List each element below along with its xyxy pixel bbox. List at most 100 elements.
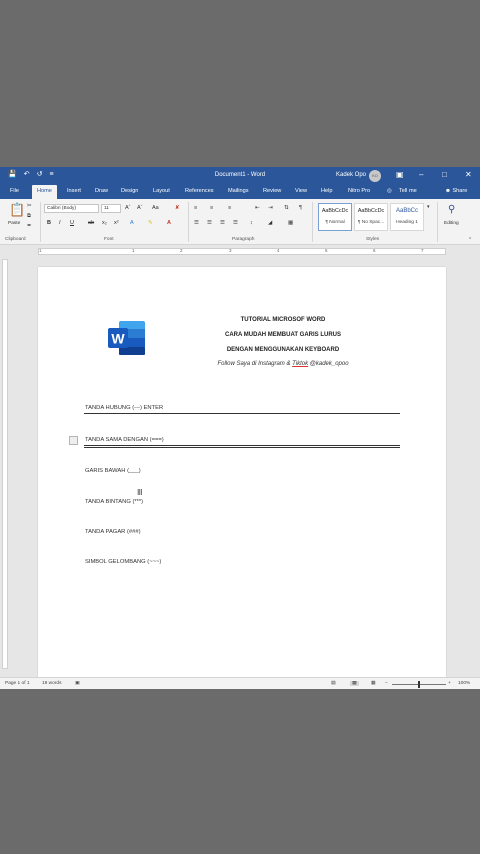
ribbon-tabs: File Home Insert Draw Design Layout Refe… xyxy=(0,184,480,199)
doc-heading-3: DENGAN MENGGUNAKAN KEYBOARD xyxy=(226,347,340,353)
tab-nitro-pro[interactable]: Nitro Pro xyxy=(348,188,370,194)
clear-formatting-icon[interactable]: ✘ xyxy=(175,205,180,212)
vertical-ruler[interactable] xyxy=(2,259,8,669)
style-no-spacing[interactable]: AaBbCcDc ¶ No Spac... xyxy=(354,203,388,231)
follow-line: Follow Saya di Instagram & Tiktok @kadek… xyxy=(217,361,349,367)
sort-icon[interactable]: ⇅ xyxy=(284,205,289,212)
word-count[interactable]: 19 words xyxy=(42,681,61,686)
read-mode-icon[interactable]: ▤ xyxy=(331,681,336,686)
tab-design[interactable]: Design xyxy=(121,188,138,194)
proofing-icon[interactable]: ▣ xyxy=(75,681,80,686)
zoom-in-icon[interactable]: + xyxy=(448,681,451,686)
align-right-icon[interactable]: ☰ xyxy=(220,220,225,227)
svg-text:W: W xyxy=(111,331,125,347)
list-item: TANDA HUBUNG (---) ENTER xyxy=(85,405,164,411)
tab-draw[interactable]: Draw xyxy=(95,188,108,194)
ruler-tick: 7 xyxy=(421,248,424,253)
ribbon-home: 📋 Paste ✂ ⧉ ✒ Clipboard Calibri (Body) 1… xyxy=(0,199,480,245)
ruler-tick: 2 xyxy=(180,248,183,253)
ruler-tick: 1 xyxy=(39,248,42,253)
lightbulb-icon: ◎ xyxy=(387,188,392,194)
align-left-icon[interactable]: ☰ xyxy=(194,220,199,227)
numbering-icon[interactable]: ≡ xyxy=(210,205,213,212)
ruler-tick: 1 xyxy=(132,248,135,253)
tab-home[interactable]: Home xyxy=(32,185,57,199)
find-icon[interactable]: ⚲ xyxy=(448,204,455,215)
user-name[interactable]: Kadek Opo xyxy=(336,172,366,178)
decrease-indent-icon[interactable]: ⇤ xyxy=(255,205,260,212)
ruler-tick: 4 xyxy=(277,248,280,253)
align-center-icon[interactable]: ☰ xyxy=(207,220,212,227)
grow-font-icon[interactable]: Aˆ xyxy=(125,205,131,212)
zoom-slider-thumb[interactable] xyxy=(418,681,420,688)
maximize-icon[interactable]: □ xyxy=(442,170,447,180)
page-count[interactable]: Page 1 of 1 xyxy=(5,681,30,686)
copy-icon[interactable]: ⧉ xyxy=(27,213,31,220)
divider xyxy=(312,202,313,242)
autocorrect-options-icon[interactable] xyxy=(69,436,78,445)
word-window: 💾 ↶ ↺ ≡ Document1 - Word Kadek Opo KO ▣ … xyxy=(0,167,480,689)
tab-insert[interactable]: Insert xyxy=(67,188,81,194)
multilevel-list-icon[interactable]: ≡ xyxy=(228,205,231,212)
tab-references[interactable]: References xyxy=(185,188,214,194)
paste-button[interactable]: Paste xyxy=(8,220,20,227)
ribbon-display-icon[interactable]: ▣ xyxy=(396,170,404,180)
strikethrough-icon[interactable]: ab xyxy=(88,220,94,227)
paste-icon[interactable]: 📋 xyxy=(9,203,25,217)
editing-button[interactable]: Editing xyxy=(444,220,459,227)
shading-icon[interactable]: ◢ xyxy=(268,220,272,227)
zoom-level[interactable]: 100% xyxy=(458,681,470,686)
tab-help[interactable]: Help xyxy=(321,188,333,194)
zoom-out-icon[interactable]: – xyxy=(385,681,388,686)
group-paragraph: Paragraph xyxy=(232,237,255,242)
close-icon[interactable]: ✕ xyxy=(465,170,472,180)
single-line-border xyxy=(84,413,400,414)
list-item: TANDA BINTANG (***) xyxy=(85,499,144,505)
shrink-font-icon[interactable]: Aˇ xyxy=(137,205,143,212)
tab-mailings[interactable]: Mailings xyxy=(228,188,249,194)
print-layout-icon[interactable]: ▩ xyxy=(350,681,359,686)
avatar[interactable]: KO xyxy=(369,170,381,182)
styles-more-icon[interactable]: ▾ xyxy=(427,204,430,211)
justify-icon[interactable]: ☰ xyxy=(233,220,238,227)
text-effects-icon[interactable]: A xyxy=(130,220,134,227)
bold-icon[interactable]: B xyxy=(47,220,51,227)
bullets-icon[interactable]: ≡ xyxy=(194,205,197,212)
superscript-icon[interactable]: x² xyxy=(114,220,119,227)
collapse-ribbon-icon[interactable]: ⌃ xyxy=(468,237,472,244)
highlight-icon[interactable]: ✎ xyxy=(148,220,153,227)
show-marks-icon[interactable]: ¶ xyxy=(299,205,302,212)
font-color-icon[interactable]: A xyxy=(167,220,171,227)
divider xyxy=(437,202,438,242)
underline-icon[interactable]: U xyxy=(70,220,74,227)
group-clipboard: Clipboard xyxy=(5,237,26,242)
web-layout-icon[interactable]: ▦ xyxy=(371,681,376,686)
style-normal[interactable]: AaBbCcDc ¶ Normal xyxy=(318,203,352,231)
subscript-icon[interactable]: x₂ xyxy=(102,220,107,227)
tab-layout[interactable]: Layout xyxy=(153,188,170,194)
divider xyxy=(188,202,189,242)
font-size-select[interactable]: 11 xyxy=(101,204,121,213)
font-name-select[interactable]: Calibri (Body) xyxy=(44,204,99,213)
ruler-tick: 6 xyxy=(373,248,376,253)
tab-view[interactable]: View xyxy=(295,188,307,194)
document-page[interactable]: W TUTORIAL MICROSOF WORD CARA MUDAH MEMB… xyxy=(38,267,446,677)
tab-file[interactable]: File xyxy=(10,188,19,194)
ruler-tick: 5 xyxy=(325,248,328,253)
borders-icon[interactable]: ▦ xyxy=(288,220,293,227)
change-case-icon[interactable]: Aa xyxy=(152,205,159,212)
status-bar: Page 1 of 1 19 words ▣ ▤ ▩ ▦ – + 100% xyxy=(0,677,480,689)
italic-icon[interactable]: I xyxy=(59,220,61,227)
line-spacing-icon[interactable]: ↕ xyxy=(250,220,253,227)
minimize-icon[interactable]: – xyxy=(419,170,423,180)
tell-me-search[interactable]: Tell me xyxy=(399,188,417,194)
share-button[interactable]: ☻ Share xyxy=(445,188,467,194)
cut-icon[interactable]: ✂ xyxy=(27,203,32,210)
style-heading-1[interactable]: AaBbCc Heading 1 xyxy=(390,203,424,231)
increase-indent-icon[interactable]: ⇥ xyxy=(268,205,273,212)
format-painter-icon[interactable]: ✒ xyxy=(27,223,32,230)
ruler-tick: 3 xyxy=(229,248,232,253)
horizontal-ruler[interactable]: 1 1 2 3 4 5 6 7 xyxy=(0,246,480,256)
window-title: Document1 - Word xyxy=(214,172,266,178)
tab-review[interactable]: Review xyxy=(263,188,281,194)
